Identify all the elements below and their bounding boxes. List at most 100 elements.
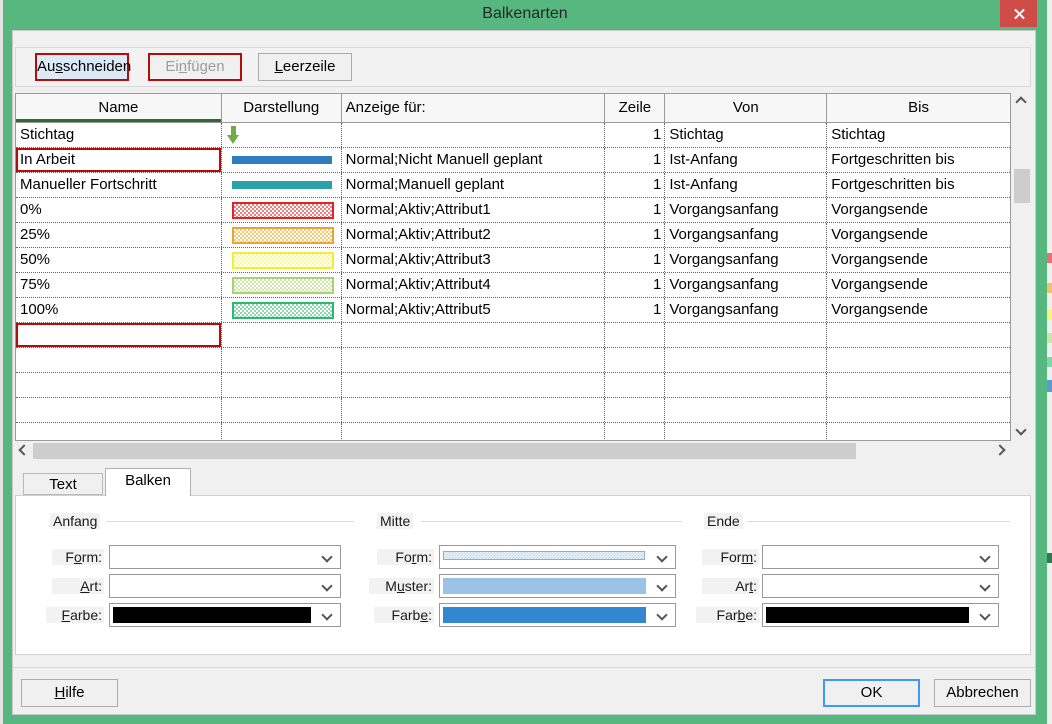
cell-appearance[interactable] — [222, 223, 342, 247]
cell-appearance[interactable] — [222, 323, 342, 347]
cell-empty[interactable] — [605, 348, 665, 372]
vertical-scroll-thumb[interactable] — [1014, 169, 1030, 203]
start-form-dropdown[interactable] — [109, 545, 341, 569]
cell-show-for[interactable]: Normal;Nicht Manuell geplant — [342, 148, 606, 172]
cell-from[interactable] — [665, 323, 827, 347]
cell-empty[interactable] — [342, 398, 606, 422]
table-row-empty[interactable] — [16, 423, 1010, 441]
cell-to[interactable]: Stichtag — [827, 123, 1010, 147]
cell-empty[interactable] — [16, 373, 222, 397]
scroll-left-button[interactable] — [15, 442, 32, 459]
cell-to[interactable]: Fortgeschritten bis — [827, 148, 1010, 172]
cell-empty[interactable] — [665, 423, 827, 441]
cell-empty[interactable] — [222, 398, 342, 422]
cell-name[interactable]: 0% — [16, 198, 222, 222]
cell-from[interactable]: Vorgangsanfang — [665, 298, 827, 322]
close-button[interactable] — [1000, 0, 1037, 27]
cell-appearance[interactable] — [222, 273, 342, 297]
cell-from[interactable]: Ist-Anfang — [665, 148, 827, 172]
table-row-empty[interactable] — [16, 348, 1010, 373]
cell-from[interactable]: Vorgangsanfang — [665, 223, 827, 247]
cell-from[interactable]: Vorgangsanfang — [665, 273, 827, 297]
header-from[interactable]: Von — [665, 94, 827, 122]
end-form-dropdown[interactable] — [762, 545, 999, 569]
end-type-dropdown[interactable] — [762, 574, 999, 598]
cell-name[interactable]: Manueller Fortschritt — [16, 173, 222, 197]
cell-show-for[interactable]: Normal;Manuell geplant — [342, 173, 606, 197]
cell-name[interactable]: 25% — [16, 223, 222, 247]
cell-show-for[interactable] — [342, 123, 606, 147]
cell-empty[interactable] — [222, 373, 342, 397]
table-row-in-arbeit[interactable]: In Arbeit Normal;Nicht Manuell geplant 1… — [16, 148, 1010, 173]
cell-name-selected[interactable] — [16, 323, 222, 347]
table-row-manueller-fortschritt[interactable]: Manueller Fortschritt Normal;Manuell gep… — [16, 173, 1010, 198]
start-color-dropdown[interactable] — [109, 603, 341, 627]
tab-text[interactable]: Text — [23, 473, 103, 495]
header-row[interactable]: Zeile — [605, 94, 665, 122]
middle-color-dropdown[interactable] — [439, 603, 676, 627]
cell-empty[interactable] — [342, 373, 606, 397]
cell-from[interactable]: Stichtag — [665, 123, 827, 147]
titlebar[interactable]: Balkenarten — [3, 0, 1047, 30]
cell-from[interactable]: Vorgangsanfang — [665, 248, 827, 272]
cell-row-number[interactable]: 1 — [605, 223, 665, 247]
cell-to[interactable]: Vorgangsende — [827, 298, 1010, 322]
table-horizontal-scrollbar[interactable] — [15, 442, 1011, 460]
table-row-empty[interactable] — [16, 373, 1010, 398]
cell-to[interactable]: Vorgangsende — [827, 223, 1010, 247]
paste-button[interactable]: Einfügen — [148, 53, 242, 81]
cell-appearance[interactable] — [222, 298, 342, 322]
table-row-50pct[interactable]: 50% Normal;Aktiv;Attribut3 1 Vorgangsanf… — [16, 248, 1010, 273]
middle-pattern-dropdown[interactable] — [439, 574, 676, 598]
cell-empty[interactable] — [16, 423, 222, 441]
table-row-stichtag[interactable]: Stichtag 1 Stichtag Stichtag — [16, 123, 1010, 148]
ok-button[interactable]: OK — [823, 679, 920, 707]
cell-row-number[interactable]: 1 — [605, 273, 665, 297]
cell-empty[interactable] — [827, 398, 1010, 422]
cell-appearance[interactable] — [222, 123, 342, 147]
cell-name[interactable]: 50% — [16, 248, 222, 272]
horizontal-scroll-thumb[interactable] — [33, 443, 856, 459]
cell-show-for[interactable]: Normal;Aktiv;Attribut5 — [342, 298, 606, 322]
cell-to[interactable]: Vorgangsende — [827, 273, 1010, 297]
cell-row-number[interactable]: 1 — [605, 123, 665, 147]
cell-show-for[interactable] — [342, 323, 606, 347]
cell-row-number[interactable]: 1 — [605, 198, 665, 222]
cell-from[interactable]: Ist-Anfang — [665, 173, 827, 197]
cell-appearance[interactable] — [222, 248, 342, 272]
cell-empty[interactable] — [605, 423, 665, 441]
header-name[interactable]: Name — [16, 94, 222, 122]
cell-from[interactable]: Vorgangsanfang — [665, 198, 827, 222]
cell-empty[interactable] — [827, 423, 1010, 441]
scroll-down-button[interactable] — [1013, 424, 1030, 441]
cell-empty[interactable] — [16, 398, 222, 422]
cell-empty[interactable] — [222, 348, 342, 372]
cell-empty[interactable] — [827, 373, 1010, 397]
header-appearance[interactable]: Darstellung — [222, 94, 342, 122]
tab-balken[interactable]: Balken — [105, 468, 191, 496]
cell-empty[interactable] — [665, 398, 827, 422]
cell-appearance[interactable] — [222, 148, 342, 172]
table-vertical-scrollbar[interactable] — [1013, 93, 1031, 441]
cell-empty[interactable] — [605, 398, 665, 422]
cell-show-for[interactable]: Normal;Aktiv;Attribut2 — [342, 223, 606, 247]
cell-show-for[interactable]: Normal;Aktiv;Attribut4 — [342, 273, 606, 297]
cell-empty[interactable] — [665, 348, 827, 372]
cell-appearance[interactable] — [222, 173, 342, 197]
cell-name[interactable]: 100% — [16, 298, 222, 322]
table-row-new-selected[interactable] — [16, 323, 1010, 348]
cell-empty[interactable] — [16, 348, 222, 372]
cell-row-number[interactable]: 1 — [605, 173, 665, 197]
cell-show-for[interactable]: Normal;Aktiv;Attribut3 — [342, 248, 606, 272]
cell-to[interactable]: Vorgangsende — [827, 198, 1010, 222]
cell-empty[interactable] — [222, 423, 342, 441]
cell-row-number[interactable]: 1 — [605, 248, 665, 272]
help-button[interactable]: Hilfe — [21, 679, 118, 707]
table-row-100pct[interactable]: 100% Normal;Aktiv;Attribut5 1 Vorgangsan… — [16, 298, 1010, 323]
scroll-up-button[interactable] — [1013, 93, 1030, 110]
header-to[interactable]: Bis — [827, 94, 1010, 122]
cell-show-for[interactable]: Normal;Aktiv;Attribut1 — [342, 198, 606, 222]
table-row-empty[interactable] — [16, 398, 1010, 423]
table-row-25pct[interactable]: 25% Normal;Aktiv;Attribut2 1 Vorgangsanf… — [16, 223, 1010, 248]
table-row-75pct[interactable]: 75% Normal;Aktiv;Attribut4 1 Vorgangsanf… — [16, 273, 1010, 298]
